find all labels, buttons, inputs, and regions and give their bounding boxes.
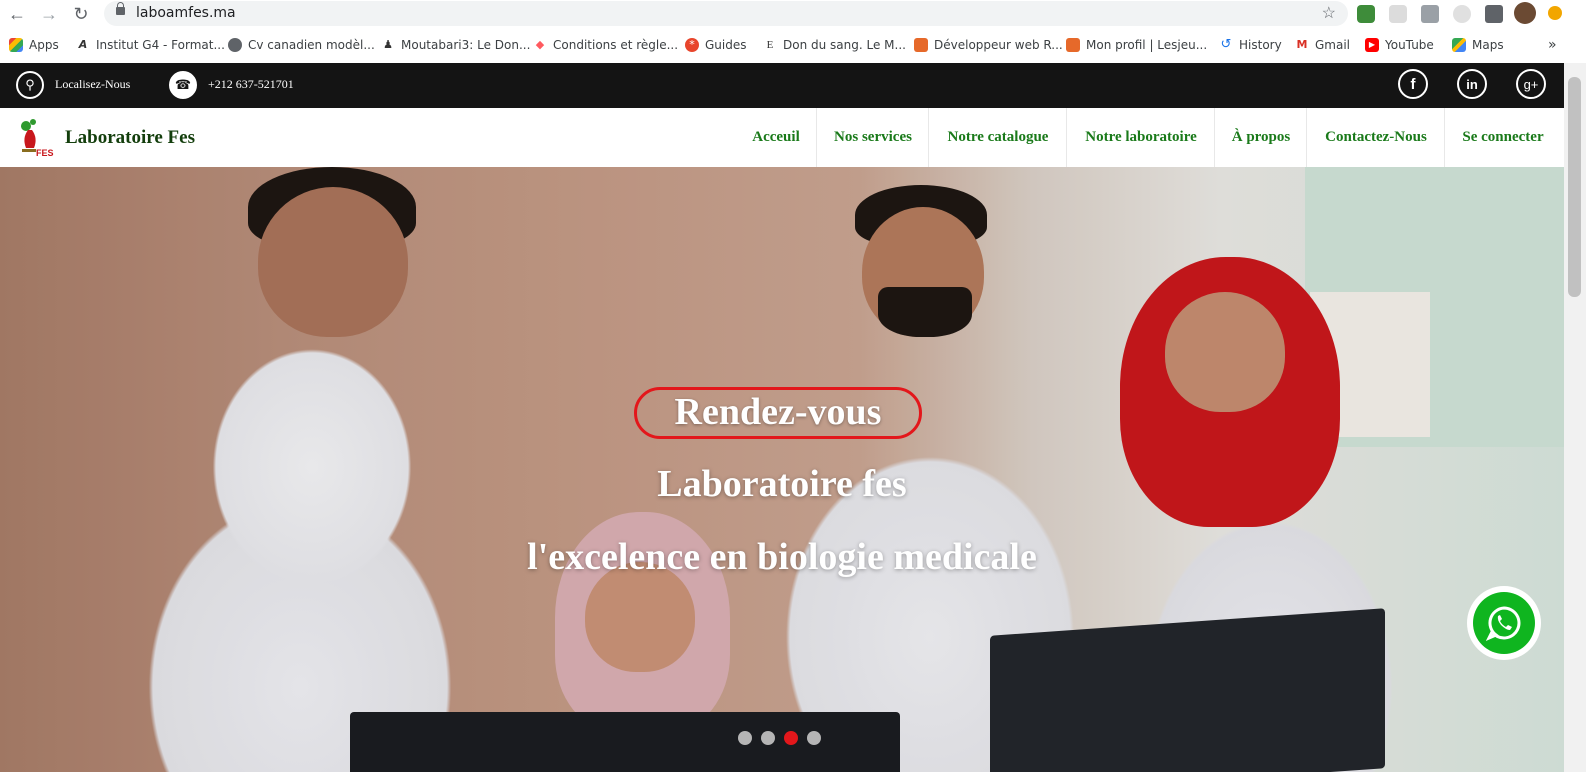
puzzle-icon[interactable] [1485, 5, 1503, 23]
hero-subtitle: l'excelence en biologie medicale [527, 536, 1037, 578]
carousel-dot-active[interactable] [784, 731, 798, 745]
nav-item-catalogue[interactable]: Notre catalogue [928, 108, 1067, 167]
hero-title: Laboratoire fes [657, 463, 907, 505]
camera-icon[interactable] [1421, 5, 1439, 23]
whatsapp-button[interactable] [1467, 586, 1541, 660]
bookmark-label: Cv canadien modèl... [248, 38, 375, 52]
bookmark-item[interactable]: A Institut G4 - Format... [76, 36, 225, 54]
nav-item-contact[interactable]: Contactez-Nous [1306, 108, 1445, 167]
page-scrollbar[interactable] [1564, 63, 1586, 772]
bookmark-label: Guides [705, 38, 747, 52]
facebook-icon[interactable]: f [1398, 69, 1428, 99]
people-icon: ♟ [383, 38, 393, 51]
bookmark-item[interactable]: Cv canadien modèl... [228, 36, 375, 54]
extension-icon[interactable] [1389, 5, 1407, 23]
bookmark-star-icon[interactable]: ☆ [1322, 3, 1336, 23]
airbnb-icon: ◆ [535, 38, 545, 51]
bookmark-label: YouTube [1385, 38, 1434, 52]
site-brand[interactable]: Laboratoire Fes [65, 127, 195, 149]
forward-icon[interactable]: → [37, 2, 61, 26]
address-bar[interactable]: laboamfes.ma ☆ [104, 1, 1348, 26]
nav-item-services[interactable]: Nos services [816, 108, 929, 167]
browser-chrome: ← → ↻ laboamfes.ma ☆ Apps A Institut G4 -… [0, 0, 1586, 63]
bookmarks-bar: Apps A Institut G4 - Format... Cv canadie… [0, 32, 1586, 58]
history-icon: ↺ [1220, 37, 1232, 52]
lab-logo[interactable]: FES [18, 118, 54, 158]
bookmark-label: Mon profil | Lesjeu... [1086, 38, 1208, 52]
bookmark-label: History [1239, 38, 1282, 52]
bookmark-item[interactable]: Mon profil | Lesjeu... [1066, 36, 1207, 54]
back-icon[interactable]: ← [5, 2, 29, 26]
bookmark-label: Gmail [1315, 38, 1351, 52]
site-top-bar: ⚲ Localisez-Nous ☎ +212 637-521701 f in … [0, 63, 1586, 108]
appointment-button[interactable]: Rendez-vous [634, 387, 922, 439]
bookmark-item[interactable]: Apps [9, 36, 59, 54]
scrollbar-thumb[interactable] [1568, 77, 1581, 297]
nav-item-laboratoire[interactable]: Notre laboratoire [1066, 108, 1215, 167]
linkedin-icon[interactable]: in [1457, 69, 1487, 99]
extension-icon[interactable] [1357, 5, 1375, 23]
location-icon[interactable]: ⚲ [16, 71, 44, 99]
url-text: laboamfes.ma [136, 5, 236, 21]
gmail-icon: M [1296, 38, 1308, 51]
e-icon: E [766, 39, 774, 51]
bookmark-label: Développeur web R... [934, 38, 1063, 52]
bookmark-item[interactable]: Développeur web R... [914, 36, 1063, 54]
bookmark-label: Apps [29, 38, 59, 52]
logo-text: FES [36, 148, 54, 158]
bookmark-item[interactable]: ↺ History [1219, 36, 1282, 54]
phone-number[interactable]: +212 637-521701 [208, 77, 294, 92]
whatsapp-icon [1473, 592, 1535, 654]
google-plus-icon[interactable]: g+ [1516, 69, 1546, 99]
bookmark-label: Moutabari3: Le Don... [401, 38, 531, 52]
bookmark-item[interactable]: * Guides [685, 36, 747, 54]
bookmark-item[interactable]: ◆ Conditions et règle... [533, 36, 678, 54]
reload-icon[interactable]: ↻ [69, 2, 93, 26]
bookmark-item[interactable]: ♟ Moutabari3: Le Don... [381, 36, 530, 54]
whatsapp-glyph [1485, 606, 1521, 641]
guides-icon: * [685, 38, 699, 52]
carousel-dot[interactable] [738, 731, 752, 745]
bookmark-label: Don du sang. Le M... [783, 38, 906, 52]
bookmark-label: Maps [1472, 38, 1504, 52]
address-bar-row: ← → ↻ laboamfes.ma ☆ [0, 0, 1586, 28]
extension-icon[interactable] [1453, 5, 1471, 23]
update-badge-icon[interactable] [1548, 6, 1562, 20]
nav-item-apropos[interactable]: À propos [1214, 108, 1307, 167]
globe-icon [228, 38, 242, 52]
g4-icon: A [78, 38, 88, 51]
carousel-dot[interactable] [761, 731, 775, 745]
bookmark-item[interactable]: E Don du sang. Le M... [763, 36, 906, 54]
orange-square-icon [1066, 38, 1080, 52]
bookmark-item[interactable]: ▶ YouTube [1365, 36, 1434, 54]
site-navbar: FES Laboratoire Fes Acceuil Nos services… [0, 108, 1586, 168]
orange-square-icon [914, 38, 928, 52]
lock-icon [116, 2, 125, 15]
phone-icon[interactable]: ☎ [169, 71, 197, 99]
bookmark-label: Institut G4 - Format... [96, 38, 225, 52]
bookmarks-overflow-icon[interactable]: » [1548, 36, 1557, 54]
locate-link[interactable]: Localisez-Nous [55, 77, 130, 92]
bookmark-label: Conditions et règle... [553, 38, 679, 52]
maps-icon [1452, 38, 1466, 52]
apps-grid-icon [9, 38, 23, 52]
avatar[interactable] [1514, 2, 1536, 24]
nav-item-login[interactable]: Se connecter [1444, 108, 1561, 167]
nav-item-accueil[interactable]: Acceuil [736, 108, 816, 167]
carousel-dot[interactable] [807, 731, 821, 745]
bookmark-item[interactable]: Maps [1452, 36, 1504, 54]
bookmark-item[interactable]: M Gmail [1295, 36, 1351, 54]
youtube-icon: ▶ [1365, 38, 1379, 52]
